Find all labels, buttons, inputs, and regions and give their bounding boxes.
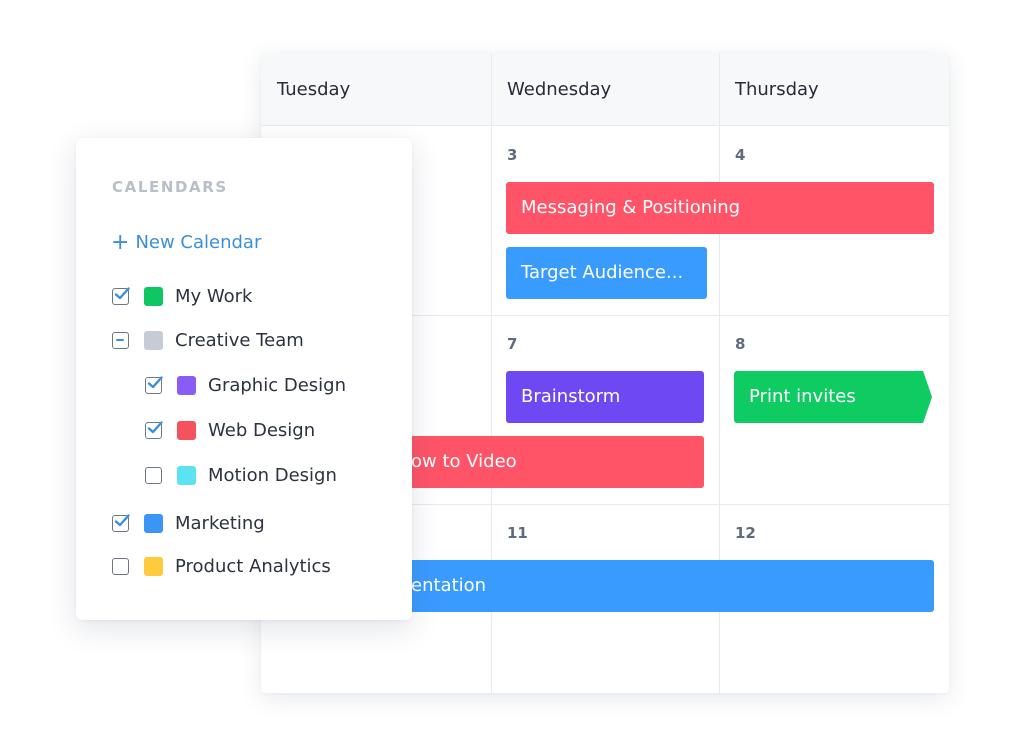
checkbox-checked[interactable] [145, 375, 163, 394]
panel-title: CALENDARS [112, 178, 228, 196]
calendar-item-my-work[interactable]: My Work [112, 284, 252, 308]
calendar-item-web-design[interactable]: Web Design [145, 418, 315, 442]
calendar-item-label: Motion Design [208, 464, 337, 486]
calendar-item-creative-team[interactable]: Creative Team [112, 328, 304, 352]
new-calendar-button[interactable]: + New Calendar [111, 229, 262, 255]
event-how-to-video[interactable]: ow to Video [396, 436, 704, 488]
color-swatch [144, 330, 163, 350]
plus-icon: + [111, 230, 130, 255]
checkbox-unchecked[interactable] [112, 557, 129, 575]
new-calendar-label: New Calendar [135, 232, 262, 253]
color-swatch [144, 556, 163, 576]
color-swatch [177, 375, 196, 395]
calendar-item-label: Marketing [175, 512, 265, 534]
calendar-item-label: Graphic Design [208, 374, 346, 396]
color-swatch [144, 513, 163, 533]
checkbox-unchecked[interactable] [145, 466, 162, 484]
checkbox-checked[interactable] [112, 286, 130, 305]
color-swatch [177, 420, 196, 440]
day-header-row: Tuesday Wednesday Thursday [261, 53, 949, 126]
calendar-item-graphic-design[interactable]: Graphic Design [145, 373, 346, 397]
checkbox-indeterminate[interactable] [112, 331, 129, 349]
calendar-item-product-analytics[interactable]: Product Analytics [112, 554, 331, 578]
day-header-wednesday: Wednesday [507, 79, 612, 100]
day-header-tuesday: Tuesday [277, 79, 351, 100]
date-8[interactable]: 8 [735, 335, 745, 353]
event-presentation[interactable]: entation [396, 560, 934, 612]
checkbox-checked[interactable] [145, 420, 163, 439]
checkbox-checked[interactable] [112, 513, 130, 532]
event-messaging-positioning[interactable]: Messaging & Positioning [506, 182, 934, 234]
calendars-panel: CALENDARS + New Calendar My Work Creative … [76, 138, 412, 620]
color-swatch [144, 286, 163, 306]
date-7[interactable]: 7 [507, 335, 517, 353]
calendar-item-label: Creative Team [175, 329, 304, 351]
calendar-item-label: Web Design [208, 419, 316, 441]
event-brainstorm[interactable]: Brainstorm [506, 371, 704, 423]
date-12[interactable]: 12 [735, 524, 756, 542]
date-4[interactable]: 4 [735, 146, 745, 164]
event-target-audience[interactable]: Target Audience... [506, 247, 707, 299]
day-header-thursday: Thursday [735, 79, 819, 100]
date-3[interactable]: 3 [507, 146, 517, 164]
calendar-item-label: My Work [175, 285, 253, 307]
calendar-item-marketing[interactable]: Marketing [112, 511, 265, 535]
calendar-item-label: Product Analytics [175, 555, 331, 577]
date-11[interactable]: 11 [507, 524, 528, 542]
calendar-item-motion-design[interactable]: Motion Design [145, 463, 337, 487]
color-swatch [177, 465, 196, 485]
event-print-invites[interactable]: Print invites [734, 371, 932, 423]
